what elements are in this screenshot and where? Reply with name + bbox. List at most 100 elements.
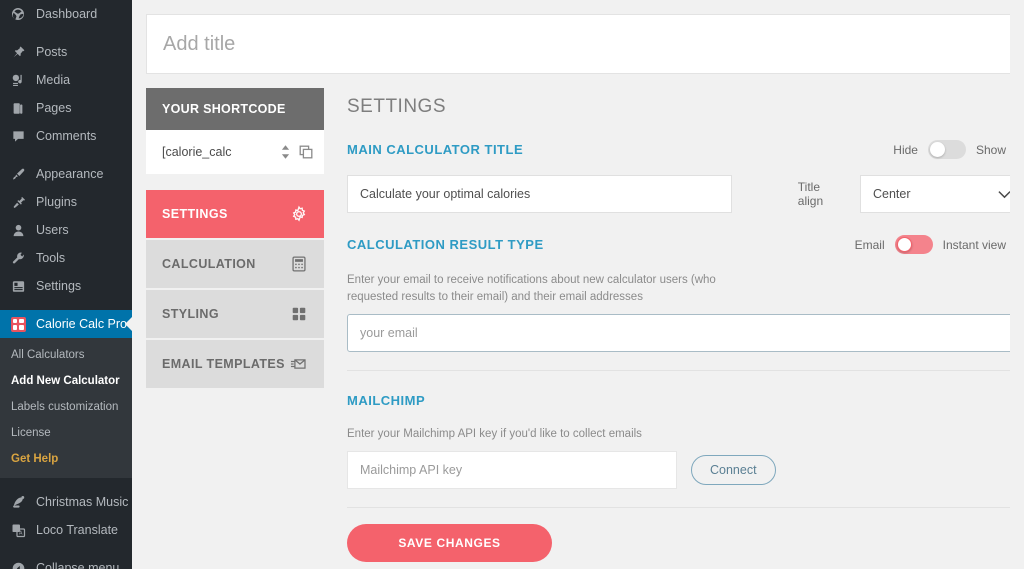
shortcode-field[interactable]: [calorie_calc [146,130,324,174]
sidebar-item-label: Loco Translate [36,523,118,537]
sidebar-item-pages[interactable]: Pages [0,94,132,122]
tab-email-templates[interactable]: EMAIL TEMPLATES [146,340,324,388]
pages-icon [9,99,27,117]
user-icon [9,221,27,239]
sidebar-subitem-license[interactable]: License [0,420,132,446]
tab-label: SETTINGS [162,207,228,221]
shortcode-value: [calorie_calc [162,145,232,159]
title-align-label: Title align [797,180,824,208]
sliders-icon [9,277,27,295]
tabs-spacer [146,174,324,190]
tab-styling[interactable]: STYLING [146,290,324,338]
sidebar-submenu: All Calculators Add New Calculator Label… [0,338,132,478]
sidebar-item-comments[interactable]: Comments [0,122,132,150]
tab-label: CALCULATION [162,257,256,271]
page-right-margin [1010,0,1024,569]
calculator-tabs-panel: YOUR SHORTCODE [calorie_calc SETTINGS CA… [146,88,324,390]
section-title: CALCULATION RESULT TYPE [347,237,544,252]
collapse-menu-label: Collapse menu [36,561,120,569]
sidebar-item-label: Calorie Calc Pro [36,317,128,331]
main-title-row: Calculate your optimal calories Title al… [347,175,1024,213]
svg-text:A: A [19,530,23,536]
mailchimp-section-header: MAILCHIMP [347,393,1024,408]
sidebar-item-dashboard[interactable]: Dashboard [0,0,132,28]
pin-icon [9,43,27,61]
sidebar-item-plugins[interactable]: Plugins [0,188,132,216]
sidebar-item-label: Pages [36,101,72,115]
shortcode-stepper[interactable] [281,145,290,159]
connect-button[interactable]: Connect [691,455,776,485]
mailchimp-row: Mailchimp API key Connect [347,451,1016,489]
sidebar-item-label: Plugins [36,195,77,209]
envelope-icon [289,355,308,373]
mailchimp-api-key-input[interactable]: Mailchimp API key [347,451,677,489]
calculator-title-input[interactable]: Calculate your optimal calories [347,175,732,213]
sidebar-item-posts[interactable]: Posts [0,38,132,66]
post-title-placeholder: Add title [163,32,236,55]
copy-icon[interactable] [298,144,314,160]
save-changes-button[interactable]: SAVE CHANGES [347,524,552,562]
sidebar-item-media[interactable]: Media [0,66,132,94]
tab-calculation[interactable]: CALCULATION [146,240,324,288]
sidebar-item-christmas-music[interactable]: Christmas Music [0,488,132,516]
sidebar-subitem-add-new-calculator[interactable]: Add New Calculator [0,368,132,394]
sidebar-item-settings[interactable]: Settings [0,272,132,300]
sidebar-separator [0,544,132,554]
result-type-help-text: Enter your email to receive notification… [347,274,716,303]
mailchimp-api-key-placeholder: Mailchimp API key [360,463,463,477]
notification-email-placeholder: your email [360,326,418,340]
sidebar-item-label: Posts [36,45,68,59]
settings-panel: SETTINGS MAIN CALCULATOR TITLE Hide Show… [339,88,1024,569]
grid-icon [290,305,308,323]
section-divider [347,370,1016,371]
calculator-icon [290,255,308,273]
toggle-knob [896,237,912,252]
media-icon [9,71,27,89]
wordpress-admin-screen: Dashboard Posts Media Pages Comments App… [0,0,1024,569]
collapse-arrow-icon [9,559,27,569]
section-title: MAILCHIMP [347,393,426,408]
sidebar-separator [0,150,132,160]
sidebar-subitem-all-calculators[interactable]: All Calculators [0,342,132,368]
toggle-left-label: Email [854,237,885,252]
collapse-menu-button[interactable]: Collapse menu [0,554,132,569]
gear-icon [290,205,308,223]
santa-hat-icon [9,493,27,511]
comments-icon [9,127,27,145]
tab-label: EMAIL TEMPLATES [162,357,285,371]
sidebar-item-label: Dashboard [36,7,98,21]
shortcode-header: YOUR SHORTCODE [146,88,324,130]
tab-label: STYLING [162,307,219,321]
sidebar-item-label: Settings [36,279,82,293]
title-visibility-toggle[interactable] [927,140,966,159]
sidebar-item-loco-translate[interactable]: A Loco Translate [0,516,132,544]
mailchimp-help-text: Enter your Mailchimp API key if you'd li… [347,428,642,440]
wrench-icon [9,249,27,267]
toggle-right-label: Show [975,142,1006,157]
dashboard-icon [9,5,27,23]
toggle-knob [929,142,945,157]
sidebar-item-calorie-calc-pro[interactable]: Calorie Calc Pro [0,310,132,338]
panel-title: SETTINGS [347,96,447,117]
tab-settings[interactable]: SETTINGS [146,190,324,238]
sidebar-separator [0,28,132,38]
section-title: MAIN CALCULATOR TITLE [347,142,524,157]
calculator-icon [9,315,27,333]
sidebar-item-label: Users [36,223,69,237]
sidebar-item-tools[interactable]: Tools [0,244,132,272]
post-title-field[interactable]: Add title [146,14,1024,74]
sidebar-subitem-get-help[interactable]: Get Help [0,446,132,472]
translate-icon: A [9,521,27,539]
title-align-select[interactable]: Center [859,175,1024,213]
sidebar-item-label: Media [36,73,71,87]
sidebar-subitem-labels-customization[interactable]: Labels customization [0,394,132,420]
toggle-right-label: Instant view [942,237,1006,252]
brush-icon [9,165,27,183]
sidebar-item-users[interactable]: Users [0,216,132,244]
sidebar-item-label: Comments [36,129,97,143]
result-type-toggle[interactable] [894,235,933,254]
plugin-icon [9,193,27,211]
sidebar-item-appearance[interactable]: Appearance [0,160,132,188]
notification-email-input[interactable]: your email [347,314,1016,352]
title-visibility-toggle-group: Hide Show [893,140,1006,159]
